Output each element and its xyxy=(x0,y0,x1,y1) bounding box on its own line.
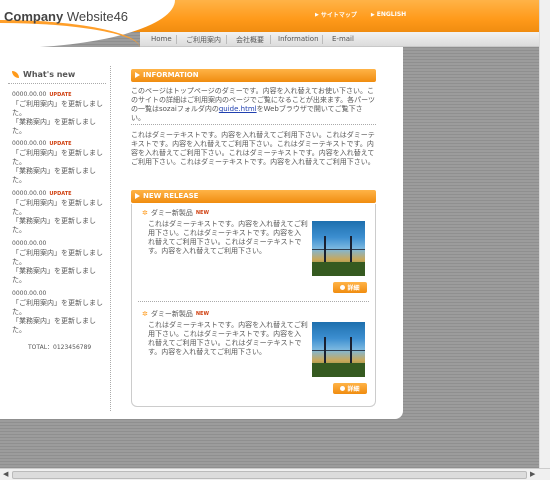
news-line: 「ご利用案内」を更新しました。 xyxy=(12,199,103,216)
detail-button[interactable]: 詳細 xyxy=(333,383,367,394)
news-line: 「ご利用案内」を更新しました。 xyxy=(12,299,103,316)
news-item: 0000.00.00 UPDATE 「ご利用案内」を更新しました。 「業務案内」を… xyxy=(12,190,108,235)
english-link[interactable]: ▶ ENGLISH xyxy=(371,10,406,19)
detail-button-label: 詳細 xyxy=(347,386,360,393)
product-image xyxy=(312,322,365,377)
product-image xyxy=(312,221,365,276)
sitemap-link-label: サイトマップ xyxy=(320,12,357,19)
news-line: 「業務案内」を更新しました。 xyxy=(12,267,96,284)
english-link-label: ENGLISH xyxy=(376,11,407,18)
site-logo[interactable]: Company Website46 xyxy=(4,9,128,24)
scroll-left-icon[interactable]: ◀ xyxy=(3,470,8,478)
information-divider xyxy=(131,124,376,125)
nav-divider xyxy=(176,35,177,44)
logo-swoosh xyxy=(0,20,140,50)
information-text: このページはトップページのダミーです。内容を入れ替えてお使い下さい。このサイトの… xyxy=(131,87,376,123)
news-date: 0000.00.00 xyxy=(12,140,47,147)
image-wire xyxy=(312,350,365,351)
header-links: ▶ サイトマップ ▶ ENGLISH xyxy=(315,10,406,19)
news-date: 0000.00.00 xyxy=(12,91,47,98)
update-badge: UPDATE xyxy=(49,141,72,147)
image-ground xyxy=(312,363,365,377)
leaf-icon xyxy=(12,71,19,78)
detail-button[interactable]: 詳細 xyxy=(333,282,367,293)
information-heading: INFORMATION xyxy=(131,69,376,82)
whats-new-label: What's new xyxy=(23,70,76,79)
sidebar-divider xyxy=(8,83,106,84)
nav-item-guide[interactable]: ご利用案内 xyxy=(186,35,221,45)
news-line: 「ご利用案内」を更新しました。 xyxy=(12,100,103,117)
news-item: 0000.00.00 UPDATE 「ご利用案内」を更新しました。 「業務案内」を… xyxy=(12,140,108,185)
logo-rest-text: Website46 xyxy=(63,9,129,24)
product-title-row: ✲ ダミー新製品 NEW xyxy=(142,309,209,319)
news-item: 0000.00.00 UPDATE 「ご利用案内」を更新しました。 「業務案内」を… xyxy=(12,91,108,136)
nav-item-home[interactable]: Home xyxy=(151,35,172,43)
news-line: 「業務案内」を更新しました。 xyxy=(12,118,96,135)
news-item: 0000.00.00 「ご利用案内」を更新しました。 「業務案内」を更新しました… xyxy=(12,240,108,285)
news-line: 「業務案内」を更新しました。 xyxy=(12,217,96,234)
global-nav: Home ご利用案内 会社概要 Information E-mail xyxy=(140,32,550,47)
triangle-arrow-icon: ▶ xyxy=(315,11,319,18)
vertical-scrollbar[interactable] xyxy=(539,0,550,468)
product-item: ✲ ダミー新製品 NEW これはダミーテキストです。内容を入れ替えてご利用下さい… xyxy=(132,305,375,401)
nav-item-email[interactable]: E-mail xyxy=(332,35,354,43)
news-date: 0000.00.00 xyxy=(12,190,47,197)
update-badge: UPDATE xyxy=(49,92,72,98)
horizontal-scrollbar[interactable]: ◀ ▶ xyxy=(0,468,550,480)
new-badge: NEW xyxy=(195,210,209,216)
nav-divider xyxy=(322,35,323,44)
star-icon: ✲ xyxy=(142,209,148,217)
news-item: 0000.00.00 「ご利用案内」を更新しました。 「業務案内」を更新しました… xyxy=(12,290,108,335)
detail-button-label: 詳細 xyxy=(347,285,360,292)
horizontal-scroll-thumb[interactable] xyxy=(12,471,527,479)
visitor-counter: TOTAL：0123456789 xyxy=(28,344,92,351)
sidebar-column-divider xyxy=(110,66,111,411)
nav-item-company[interactable]: 会社概要 xyxy=(236,35,264,45)
image-wire xyxy=(312,249,365,250)
nav-item-information[interactable]: Information xyxy=(278,35,319,43)
news-line: 「業務案内」を更新しました。 xyxy=(12,317,96,334)
product-description: これはダミーテキストです。内容を入れ替えてご利用下さい。これはダミーテキストです… xyxy=(148,220,308,255)
sitemap-link[interactable]: ▶ サイトマップ xyxy=(315,10,357,20)
product-divider xyxy=(138,301,369,302)
image-ground xyxy=(312,262,365,276)
news-date: 0000.00.00 xyxy=(12,240,47,247)
scroll-right-icon[interactable]: ▶ xyxy=(530,470,535,478)
new-release-heading: NEW RELEASE xyxy=(131,190,376,203)
information-body: これはダミーテキストです。内容を入れ替えてご利用下さい。これはダミーテキストです… xyxy=(131,131,375,166)
news-date: 0000.00.00 xyxy=(12,290,47,297)
new-badge: NEW xyxy=(195,311,209,317)
update-badge: UPDATE xyxy=(49,191,72,197)
dot-icon xyxy=(340,386,346,391)
triangle-arrow-icon: ▶ xyxy=(370,11,375,18)
product-title: ダミー新製品 xyxy=(150,209,193,217)
product-title-row: ✲ ダミー新製品 NEW xyxy=(142,208,209,218)
guide-link[interactable]: guide.html xyxy=(219,105,257,113)
star-icon: ✲ xyxy=(142,310,148,318)
product-item: ✲ ダミー新製品 NEW これはダミーテキストです。内容を入れ替えてご利用下さい… xyxy=(132,204,375,300)
news-line: 「ご利用案内」を更新しました。 xyxy=(12,149,103,166)
nav-divider xyxy=(270,35,271,44)
dot-icon xyxy=(340,285,346,290)
new-release-box: ✲ ダミー新製品 NEW これはダミーテキストです。内容を入れ替えてご利用下さい… xyxy=(131,204,376,407)
nav-divider xyxy=(226,35,227,44)
product-description: これはダミーテキストです。内容を入れ替えてご利用下さい。これはダミーテキストです… xyxy=(148,321,308,356)
logo-bold-text: Company xyxy=(4,9,64,24)
whats-new-title: What's new xyxy=(12,70,75,79)
news-line: 「ご利用案内」を更新しました。 xyxy=(12,249,103,266)
product-title: ダミー新製品 xyxy=(150,310,193,318)
news-line: 「業務案内」を更新しました。 xyxy=(12,167,96,184)
